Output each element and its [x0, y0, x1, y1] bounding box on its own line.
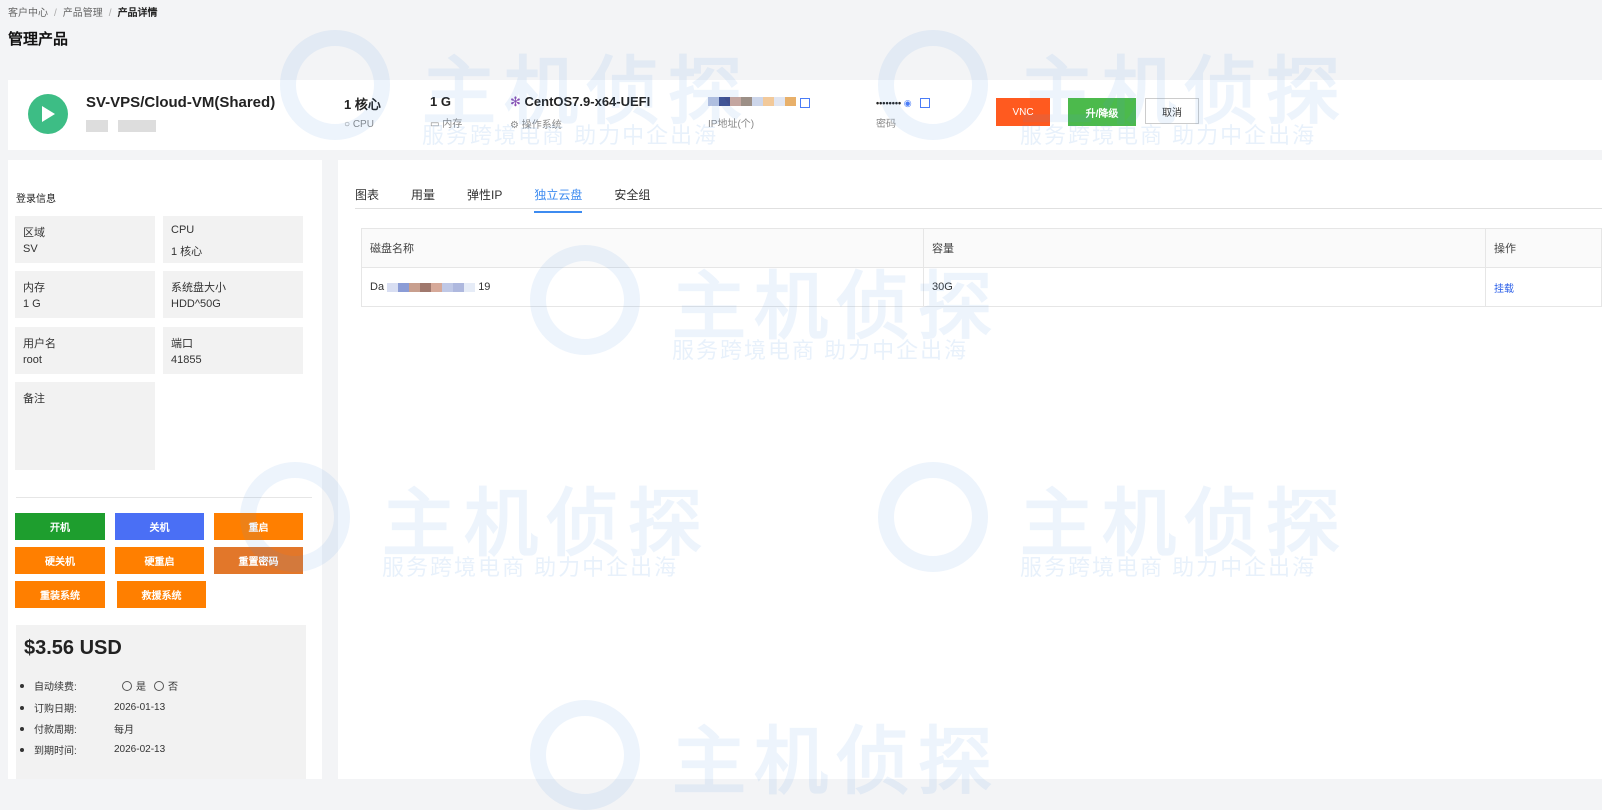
- product-name: SV-VPS/Cloud-VM(Shared): [86, 94, 276, 111]
- info-username-value: root: [23, 354, 42, 366]
- cpu-value: 1 核心: [344, 97, 381, 112]
- order-date-label: 订购日期:: [34, 704, 77, 715]
- restart-button[interactable]: 重启: [214, 513, 303, 540]
- column-header-disk-name: 磁盘名称: [361, 228, 924, 268]
- auto-renew-row: 自动续费: 是 否: [20, 678, 178, 693]
- price: $3.56 USD: [24, 637, 122, 659]
- info-region-value: SV: [23, 243, 38, 255]
- password-stat: •••••••• ◉ 密码: [876, 94, 930, 130]
- info-notes-label: 备注: [23, 393, 45, 405]
- memory-stat: 1 G ▭ 内存: [430, 94, 462, 130]
- disk-name-redacted: [387, 282, 476, 292]
- divider: [16, 497, 312, 498]
- power-status-button[interactable]: [28, 94, 68, 134]
- hard-shutdown-button[interactable]: 硬关机: [15, 547, 105, 574]
- info-disk-label: 系统盘大小: [171, 282, 226, 294]
- memory-label: 内存: [442, 119, 463, 130]
- rescue-system-button[interactable]: 救援系统: [117, 581, 206, 608]
- auto-renew-yes-radio[interactable]: [122, 680, 132, 691]
- info-disk: 系统盘大小 HDD^50G: [163, 271, 303, 318]
- order-date-row: 订购日期: 2026-01-13: [20, 700, 165, 715]
- info-username: 用户名 root: [15, 327, 155, 374]
- billing-cycle-value: 每月: [114, 725, 134, 736]
- info-port: 端口 41855: [163, 327, 303, 374]
- memory-value: 1 G: [430, 94, 451, 109]
- ip-label: IP地址(个): [708, 119, 755, 130]
- table-row: Da 19 30G 挂载: [361, 267, 1602, 307]
- cpu-stat: 1 核心 ○ CPU: [344, 94, 381, 130]
- gear-icon: ⚙: [510, 120, 522, 131]
- info-username-label: 用户名: [23, 338, 56, 350]
- os-label: 操作系统: [521, 120, 562, 131]
- product-header-card: SV-VPS/Cloud-VM(Shared) 1 核心 ○ CPU 1 G ▭…: [8, 80, 1602, 150]
- info-disk-value: HDD^50G: [171, 298, 221, 310]
- play-icon: [42, 106, 55, 122]
- auto-renew-yes-label: 是: [136, 682, 146, 693]
- info-cpu-label: CPU: [171, 224, 195, 236]
- os-value: CentOS7.9-x64-UEFI: [524, 94, 651, 109]
- product-hostname-redacted: [86, 120, 156, 132]
- info-memory-label: 内存: [23, 282, 45, 294]
- breadcrumb-product-management[interactable]: 产品管理: [63, 8, 103, 19]
- breadcrumb-product-detail: 产品详情: [117, 8, 158, 19]
- hard-restart-button[interactable]: 硬重启: [115, 547, 204, 574]
- info-memory-value: 1 G: [23, 298, 41, 310]
- billing-cycle-label: 付款周期:: [34, 725, 77, 736]
- os-stat: ✻ CentOS7.9-x64-UEFI ⚙ 操作系统: [510, 94, 650, 131]
- right-panel: 图表 用量 弹性IP 独立云盘 安全组 磁盘名称 容量 操作 Da 19 30G…: [338, 160, 1602, 779]
- column-header-action: 操作: [1485, 228, 1602, 268]
- disk-name-cell: Da 19: [361, 267, 924, 307]
- power-on-button[interactable]: 开机: [15, 513, 105, 540]
- vnc-button[interactable]: VNC: [996, 98, 1050, 126]
- info-memory: 内存 1 G: [15, 271, 155, 318]
- billing-cycle-row: 付款周期: 每月: [20, 721, 134, 736]
- auto-renew-label: 自动续费:: [34, 682, 77, 693]
- breadcrumb-customer-center[interactable]: 客户中心: [8, 8, 48, 19]
- expire-row: 到期时间: 2026-02-13: [20, 742, 165, 757]
- password-label: 密码: [876, 119, 896, 130]
- page-title: 管理产品: [8, 31, 69, 48]
- info-cpu: CPU 1 核心: [163, 216, 303, 263]
- info-port-value: 41855: [171, 354, 202, 366]
- info-region-label: 区域: [23, 227, 45, 239]
- order-date-value: 2026-01-13: [114, 702, 166, 713]
- breadcrumb: 客户中心 / 产品管理 / 产品详情: [8, 8, 158, 19]
- cpu-label: CPU: [352, 119, 374, 130]
- copy-ip-icon[interactable]: [800, 97, 810, 108]
- copy-password-icon[interactable]: [919, 97, 930, 108]
- cpu-icon: ○: [344, 119, 353, 130]
- column-header-capacity: 容量: [923, 228, 1486, 268]
- info-region: 区域 SV: [15, 216, 155, 263]
- memory-icon: ▭: [430, 119, 443, 130]
- login-info-title: 登录信息: [16, 194, 56, 205]
- billing-panel: $3.56 USD 自动续费: 是 否 订购日期: 2026-01-13 付款周期…: [16, 625, 306, 779]
- mount-link[interactable]: 挂载: [1494, 284, 1514, 295]
- disk-name-end: 19: [478, 281, 491, 293]
- power-off-button[interactable]: 关机: [115, 513, 204, 540]
- auto-renew-no-label: 否: [168, 682, 178, 693]
- info-port-label: 端口: [171, 338, 193, 350]
- password-value: ••••••••: [876, 98, 902, 108]
- ip-address-redacted: [708, 97, 796, 106]
- upgrade-downgrade-button[interactable]: 升/降级: [1068, 98, 1136, 126]
- expire-label: 到期时间:: [34, 746, 77, 757]
- centos-logo-icon: ✻: [510, 94, 525, 109]
- disk-name-start: Da: [370, 281, 385, 293]
- info-cpu-value: 1 核心: [171, 246, 203, 258]
- tab-divider: [355, 208, 1602, 209]
- ip-stat: IP地址(个): [708, 94, 810, 130]
- cancel-button[interactable]: 取消: [1145, 98, 1199, 124]
- eye-icon[interactable]: ◉: [901, 98, 912, 108]
- disk-size-cell: 30G: [923, 267, 1486, 307]
- expire-value: 2026-02-13: [114, 744, 166, 755]
- reinstall-os-button[interactable]: 重装系统: [15, 581, 105, 608]
- reset-password-button[interactable]: 重置密码: [214, 547, 303, 574]
- auto-renew-no-radio[interactable]: [154, 680, 164, 691]
- disk-table: 磁盘名称 容量 操作 Da 19 30G 挂载: [361, 228, 1602, 307]
- left-panel: 登录信息 区域 SV CPU 1 核心 内存 1 G 系统盘大小 HDD^50G…: [8, 160, 322, 779]
- info-notes: 备注: [15, 382, 155, 470]
